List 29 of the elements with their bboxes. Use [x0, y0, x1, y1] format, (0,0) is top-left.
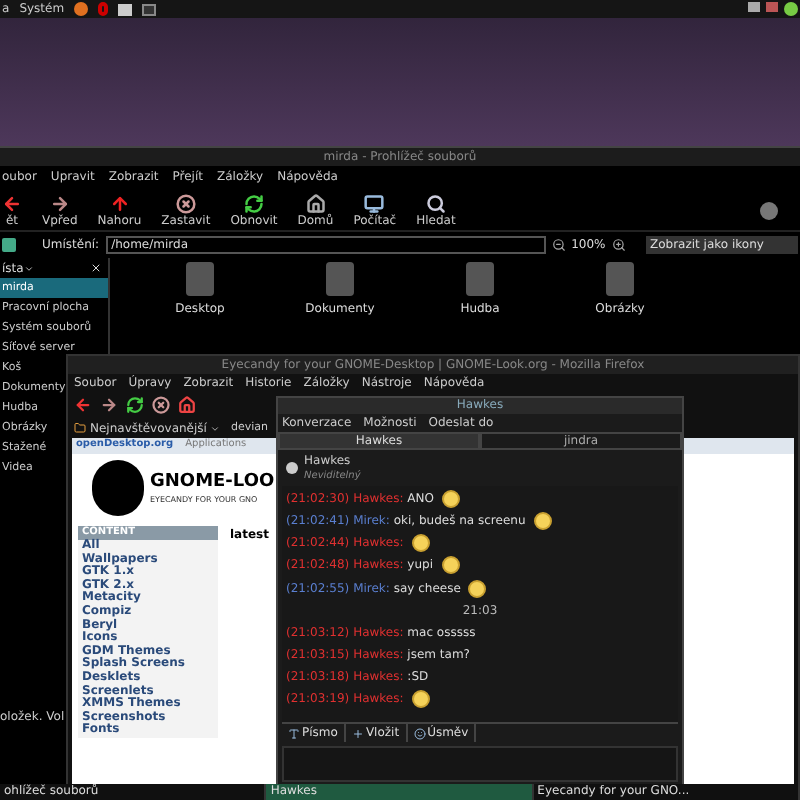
stop-icon: [175, 194, 196, 214]
back-icon[interactable]: [74, 396, 92, 414]
home-icon: [305, 194, 326, 214]
forward-icon: [49, 194, 70, 214]
home-icon[interactable]: [178, 396, 196, 414]
folder-icon: [326, 262, 354, 296]
folder-icon: [186, 262, 214, 296]
chevron-down-icon[interactable]: [23, 263, 34, 273]
chevron-down-icon[interactable]: [210, 423, 221, 433]
font-icon: [288, 727, 300, 739]
close-icon[interactable]: [90, 262, 102, 274]
zoom-out-icon[interactable]: [551, 238, 566, 252]
up-icon: [109, 194, 130, 214]
folder-icon: [606, 262, 634, 296]
reload-icon[interactable]: [126, 396, 144, 414]
smile-icon: [413, 727, 426, 739]
search-icon: [425, 194, 446, 214]
logo-text: GNOME-LOO: [150, 471, 275, 493]
message-input[interactable]: [282, 746, 678, 782]
forward-icon[interactable]: [100, 396, 118, 414]
folder-icon: [466, 262, 494, 296]
reload-icon: [243, 194, 264, 214]
chat-status-icon[interactable]: [784, 2, 798, 16]
folder-icon: [74, 422, 86, 434]
computer-icon: [364, 194, 385, 214]
insert-icon: [351, 727, 364, 739]
zoom-in-icon[interactable]: [611, 238, 626, 252]
stop-icon[interactable]: [152, 396, 170, 414]
back-icon: [2, 194, 22, 214]
